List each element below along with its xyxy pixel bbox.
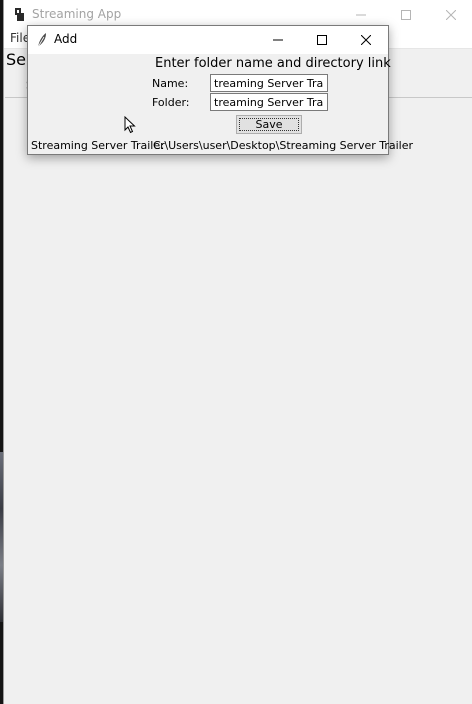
add-dialog: Add Enter folder name and directory link…: [27, 25, 413, 155]
name-label: Name:: [152, 77, 189, 90]
save-button-label: Save: [255, 118, 283, 131]
dialog-title: Add: [54, 32, 78, 46]
main-close-button[interactable]: [428, 0, 472, 30]
close-icon: [445, 10, 456, 20]
main-maximize-button[interactable]: [383, 0, 428, 30]
dialog-heading: Enter folder name and directory link: [155, 56, 391, 71]
mouse-cursor-icon: [124, 116, 136, 134]
name-input[interactable]: [210, 74, 328, 92]
close-icon: [361, 35, 371, 45]
dialog-minimize-button[interactable]: [256, 26, 300, 54]
feather-icon: [37, 33, 46, 48]
main-window-title: Streaming App: [32, 7, 122, 21]
minimize-icon: [355, 14, 366, 16]
maximize-icon: [400, 10, 411, 20]
maximize-icon: [317, 35, 327, 45]
dialog-maximize-button[interactable]: [300, 26, 344, 54]
folder-label: Folder:: [152, 96, 190, 109]
dialog-titlebar[interactable]: Add: [28, 26, 388, 54]
minimize-icon: [273, 39, 283, 41]
result-name-text: Streaming Server Trailer: [31, 139, 165, 152]
dialog-close-button[interactable]: [344, 26, 388, 54]
result-path-text: C:\Users\user\Desktop\Streaming Server T…: [153, 139, 414, 152]
folder-input[interactable]: [210, 93, 328, 111]
save-button[interactable]: Save: [236, 115, 302, 134]
app-icon: [15, 8, 24, 21]
